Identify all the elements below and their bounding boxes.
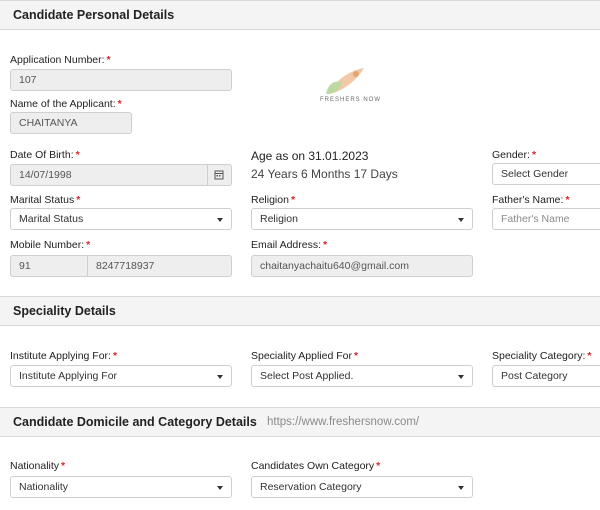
own-category-select[interactable]: Reservation Category [251, 476, 473, 498]
dob-label: Date Of Birth: * [10, 149, 80, 161]
mobile-number-field: 8247718937 [88, 255, 232, 277]
father-name-label: Father's Name: * [492, 194, 570, 206]
calendar-icon [214, 170, 224, 180]
chevron-down-icon [458, 486, 464, 490]
age-value: 24 Years 6 Months 17 Days [251, 167, 398, 181]
father-name-input[interactable]: Father's Name [492, 208, 600, 230]
gender-select[interactable]: Select Gender [492, 163, 600, 185]
application-number-field: 107 [10, 69, 232, 91]
religion-label: Religion * [251, 194, 296, 206]
section-title: Speciality Details [13, 304, 116, 318]
applicant-name-label: Name of the Applicant: * [10, 98, 122, 110]
email-field: chaitanyachaitu640@gmail.com [251, 255, 473, 277]
marital-status-select[interactable]: Marital Status [10, 208, 232, 230]
section-title: Candidate Domicile and Category Details [13, 415, 257, 429]
institute-label: Institute Applying For: * [10, 350, 118, 362]
mobile-label: Mobile Number: * [10, 239, 91, 251]
email-label: Email Address: * [251, 239, 328, 251]
section-title: Candidate Personal Details [13, 8, 175, 22]
applicant-name-field: CHAITANYA [10, 112, 132, 134]
logo-text: FRESHERS NOW [320, 97, 382, 103]
chevron-down-icon [217, 486, 223, 490]
freshers-now-logo [326, 68, 364, 94]
gender-label: Gender: * [492, 149, 537, 161]
chevron-down-icon [458, 218, 464, 222]
speciality-applied-label: Speciality Applied For * [251, 350, 359, 362]
speciality-details-header: Speciality Details [0, 296, 600, 326]
age-title: Age as on 31.01.2023 [251, 149, 369, 163]
marital-status-label: Marital Status * [10, 194, 81, 206]
speciality-category-select[interactable]: Post Category [492, 365, 600, 387]
chevron-down-icon [217, 218, 223, 222]
speciality-category-label: Speciality Category: * [492, 350, 592, 362]
own-category-label: Candidates Own Category * [251, 460, 381, 472]
watermark-url: https://www.freshersnow.com/ [267, 416, 420, 428]
chevron-down-icon [217, 375, 223, 379]
personal-details-header: Candidate Personal Details [0, 0, 600, 30]
institute-select[interactable]: Institute Applying For [10, 365, 232, 387]
nationality-label: Nationality * [10, 460, 66, 472]
application-number-label: Application Number: * [10, 54, 111, 66]
domicile-category-header: Candidate Domicile and Category Details … [0, 407, 600, 437]
dob-field[interactable]: 14/07/1998 [10, 164, 208, 186]
mobile-country-code: 91 [10, 255, 88, 277]
nationality-select[interactable]: Nationality [10, 476, 232, 498]
speciality-applied-select[interactable]: Select Post Applied. [251, 365, 473, 387]
chevron-down-icon [458, 375, 464, 379]
religion-select[interactable]: Religion [251, 208, 473, 230]
calendar-button[interactable] [208, 164, 232, 186]
